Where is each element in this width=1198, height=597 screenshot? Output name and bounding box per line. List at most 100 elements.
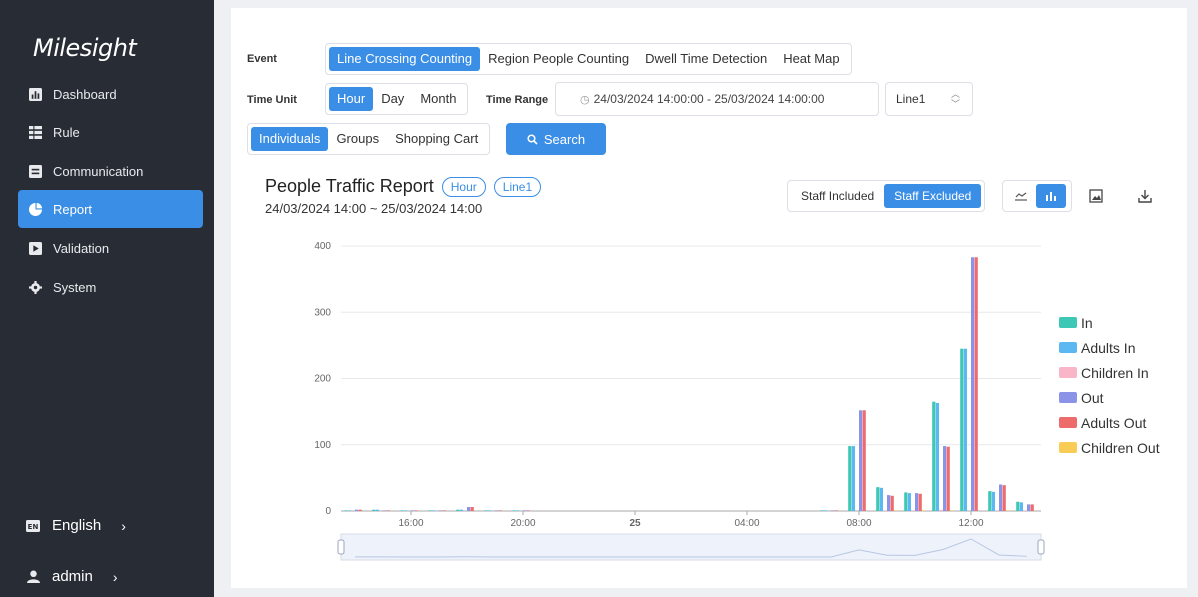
legend-label: Children Out	[1081, 439, 1160, 456]
sidebar-item-rule[interactable]: Rule	[18, 113, 203, 151]
bar-in	[400, 510, 404, 511]
bar-children-in	[883, 510, 887, 511]
dashboard-icon	[28, 87, 42, 101]
bar-in	[344, 510, 348, 511]
sidebar-item-dashboard[interactable]: Dashboard	[18, 75, 203, 113]
sidebar-item-label: Report	[53, 201, 93, 217]
sidebar: Milesight Dashboard Rule Communication R…	[0, 0, 214, 597]
bar-in	[484, 510, 488, 511]
x-tick-label: 20:00	[510, 518, 535, 529]
legend-item-children-in[interactable]: Children In	[1059, 360, 1160, 385]
x-tick-label: 08:00	[846, 518, 871, 529]
bar-adults-in	[403, 510, 407, 511]
legend-swatch	[1059, 342, 1077, 353]
sidebar-item-system[interactable]: System	[18, 268, 203, 306]
legend-item-children-out[interactable]: Children Out	[1059, 435, 1160, 460]
bar-out	[523, 510, 527, 511]
legend-item-out[interactable]: Out	[1059, 385, 1160, 410]
bar-in	[428, 510, 432, 511]
bar-children-out	[922, 510, 926, 511]
chevron-right-icon: ›	[121, 517, 126, 534]
bar-adults-in	[515, 510, 519, 511]
bar-adults-out	[1030, 504, 1034, 511]
sidebar-item-communication[interactable]: Communication	[18, 152, 203, 190]
bar-in	[372, 509, 376, 511]
bar-out	[383, 510, 387, 511]
x-tick-label: 25	[629, 518, 641, 529]
bar-out	[859, 410, 863, 511]
bar-out	[495, 510, 499, 511]
report-panel: Event Line Crossing Counting Region Peop…	[231, 8, 1187, 588]
bar-adults-out	[974, 257, 978, 511]
legend-swatch	[1059, 317, 1077, 328]
bar-adults-in	[431, 510, 435, 511]
bar-adults-in	[487, 510, 491, 511]
legend-item-adults-out[interactable]: Adults Out	[1059, 410, 1160, 435]
chevron-right-icon: ›	[112, 568, 118, 585]
bar-out	[355, 509, 359, 511]
bar-adults-out	[890, 495, 894, 511]
legend-label: Adults Out	[1081, 414, 1147, 431]
bar-out	[915, 493, 919, 511]
legend-swatch	[1059, 442, 1077, 453]
sidebar-item-label: Dashboard	[53, 86, 117, 102]
bar-out	[943, 446, 947, 511]
zoom-handle-right	[1037, 539, 1045, 555]
bar-adults-in	[991, 491, 995, 511]
bar-in	[512, 510, 516, 511]
sidebar-item-label: System	[53, 279, 97, 295]
legend-label: Adults In	[1081, 339, 1136, 356]
validation-icon	[28, 241, 42, 255]
bar-in	[456, 509, 460, 511]
bar-children-in	[939, 509, 943, 511]
report-icon	[28, 202, 42, 216]
bar-adults-out	[526, 510, 530, 511]
legend-item-adults-in[interactable]: Adults In	[1059, 335, 1160, 360]
bar-adults-out	[862, 410, 866, 511]
bar-children-in	[911, 510, 915, 511]
communication-icon	[28, 164, 42, 178]
bar-adults-in	[907, 493, 911, 511]
bar-adults-out	[918, 493, 922, 511]
sidebar-item-label: Validation	[53, 240, 110, 256]
bar-out	[1027, 504, 1031, 511]
sidebar-item-label: Rule	[53, 124, 80, 140]
bar-in	[820, 510, 824, 511]
bar-adults-in	[851, 446, 855, 511]
sidebar-item-validation[interactable]: Validation	[18, 229, 203, 267]
people-traffic-chart: 0 100 200 300 400 16:00 20:00 25 04:00 08:00 12:00	[314, 241, 1045, 561]
legend-label: Out	[1081, 389, 1104, 406]
bar-adults-in	[823, 510, 827, 511]
legend-swatch	[1059, 417, 1077, 428]
milesight-logo: Milesight	[33, 34, 137, 62]
language-selector[interactable]: EN English ›	[26, 517, 126, 534]
zoom-handle-left	[337, 539, 345, 555]
x-tick-label: 04:00	[734, 518, 759, 529]
sidebar-item-report[interactable]: Report	[18, 190, 203, 228]
user-menu[interactable]: admin ›	[26, 568, 118, 585]
bar-children-out	[950, 510, 954, 511]
user-icon	[26, 570, 40, 584]
gear-icon	[28, 280, 42, 294]
bar-adults-out	[834, 510, 838, 511]
bar-adults-out	[946, 446, 950, 511]
bar-out	[831, 510, 835, 511]
y-tick-label: 100	[314, 440, 331, 451]
bar-adults-in	[375, 509, 379, 511]
bar-adults-in	[935, 403, 939, 511]
bar-adults-out	[498, 510, 502, 511]
bar-in	[876, 487, 880, 511]
bar-in	[848, 446, 852, 511]
x-tick-label: 12:00	[958, 518, 983, 529]
bar-adults-out	[1002, 485, 1006, 511]
bar-adults-out	[358, 509, 362, 511]
legend-item-in[interactable]: In	[1059, 310, 1160, 335]
y-tick-label: 300	[314, 307, 331, 318]
legend-label: In	[1081, 314, 1093, 331]
bar-in	[1016, 501, 1020, 511]
language-icon: EN	[26, 519, 40, 533]
y-tick-label: 200	[314, 374, 331, 385]
bar-adults-in	[963, 348, 967, 511]
zoom-slider-track	[340, 533, 1042, 561]
bar-adults-out	[470, 507, 474, 511]
